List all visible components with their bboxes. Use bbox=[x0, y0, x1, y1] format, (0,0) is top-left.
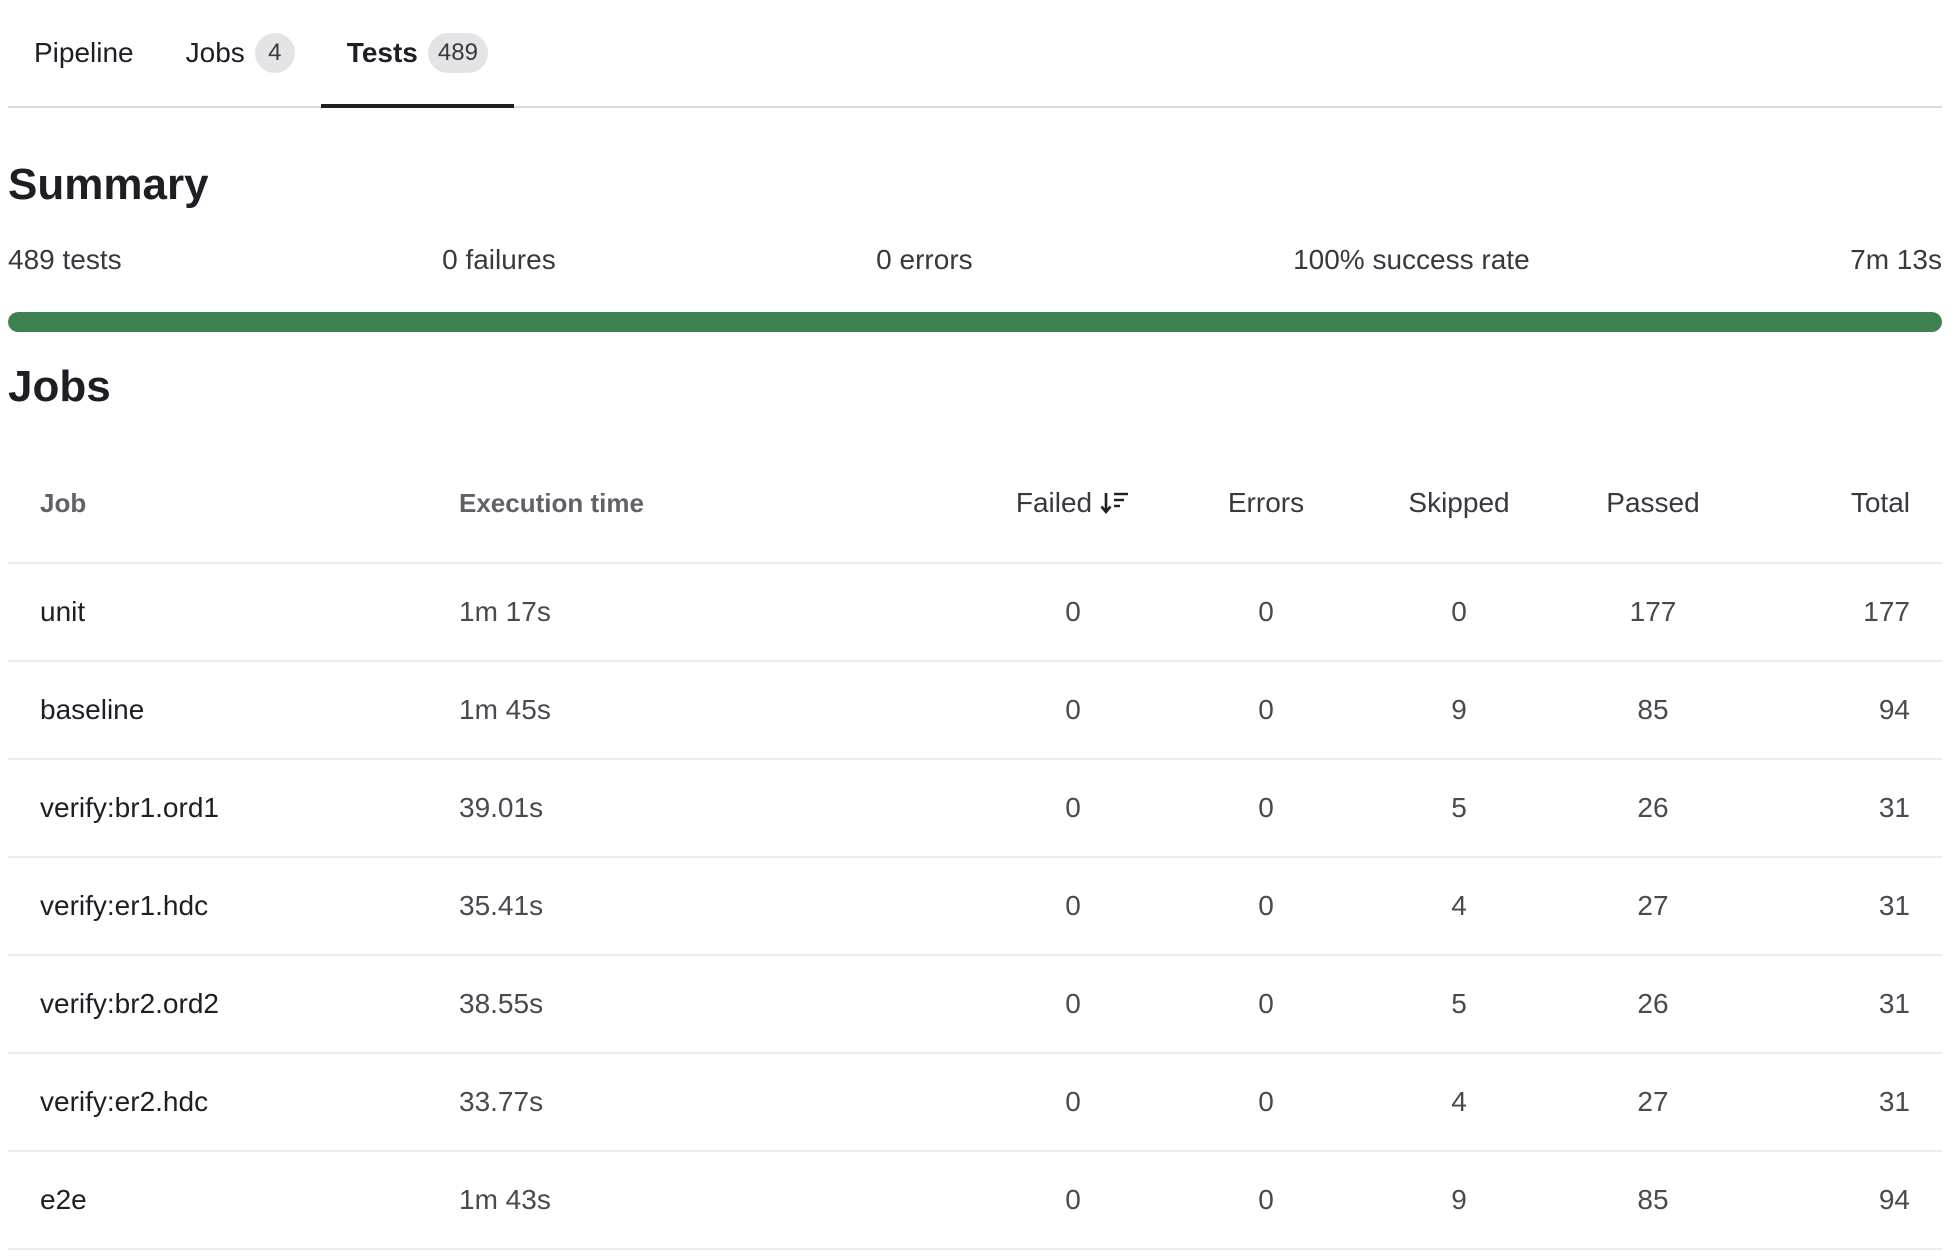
pipeline-tabs: Pipeline Jobs 4 Tests 489 bbox=[8, 0, 1942, 108]
job-errors-count: 0 bbox=[1258, 988, 1274, 1019]
job-errors-count: 0 bbox=[1258, 1184, 1274, 1215]
job-errors-count: 0 bbox=[1258, 792, 1274, 823]
job-failed-count: 0 bbox=[1065, 890, 1081, 921]
job-name: verify:br1.ord1 bbox=[40, 792, 219, 823]
job-failed-count: 0 bbox=[1065, 1184, 1081, 1215]
tab-pipeline[interactable]: Pipeline bbox=[8, 0, 160, 106]
jobs-heading: Jobs bbox=[8, 362, 111, 411]
table-row[interactable]: verify:br1.ord1 39.01s 0 0 5 26 31 bbox=[8, 760, 1942, 858]
job-passed-count: 26 bbox=[1637, 792, 1669, 823]
job-execution-time: 39.01s bbox=[459, 792, 544, 823]
job-name: verify:br2.ord2 bbox=[40, 988, 219, 1019]
job-passed-count: 27 bbox=[1637, 1086, 1669, 1117]
job-total-count: 31 bbox=[1878, 988, 1910, 1019]
summary-errors-count: 0 errors bbox=[876, 244, 973, 275]
sort-descending-icon bbox=[1100, 492, 1129, 515]
table-row[interactable]: verify:er2.hdc 33.77s 0 0 4 27 31 bbox=[8, 1054, 1942, 1152]
summary-failures-count: 0 failures bbox=[442, 244, 556, 275]
job-execution-time: 33.77s bbox=[459, 1086, 544, 1117]
job-name: baseline bbox=[40, 694, 145, 725]
job-name: unit bbox=[40, 596, 86, 627]
job-passed-count: 26 bbox=[1637, 988, 1669, 1019]
tab-tests[interactable]: Tests 489 bbox=[320, 0, 515, 108]
column-header-failed-label: Failed bbox=[1015, 487, 1093, 518]
tab-jobs-count-badge: 4 bbox=[254, 33, 295, 73]
job-failed-count: 0 bbox=[1065, 1086, 1081, 1117]
job-total-count: 31 bbox=[1878, 890, 1910, 921]
job-skipped-count: 9 bbox=[1451, 1184, 1467, 1215]
tab-jobs[interactable]: Jobs 4 bbox=[160, 0, 321, 106]
column-header-failed[interactable]: Failed bbox=[979, 487, 1167, 519]
job-failed-count: 0 bbox=[1065, 988, 1081, 1019]
column-header-total[interactable]: Total bbox=[1753, 487, 1942, 519]
table-row[interactable]: unit 1m 17s 0 0 0 177 177 bbox=[8, 564, 1942, 662]
job-total-count: 177 bbox=[1863, 596, 1910, 627]
job-passed-count: 85 bbox=[1637, 694, 1669, 725]
job-total-count: 94 bbox=[1878, 1184, 1910, 1215]
tab-jobs-label: Jobs bbox=[185, 37, 245, 68]
summary-duration: 7m 13s bbox=[1850, 244, 1942, 275]
job-name: verify:er1.hdc bbox=[40, 890, 209, 921]
job-passed-count: 85 bbox=[1637, 1184, 1669, 1215]
job-errors-count: 0 bbox=[1258, 890, 1274, 921]
summary-tests-count: 489 tests bbox=[8, 244, 122, 275]
column-header-errors[interactable]: Errors bbox=[1167, 487, 1365, 519]
job-errors-count: 0 bbox=[1258, 694, 1274, 725]
job-execution-time: 1m 45s bbox=[459, 694, 551, 725]
job-failed-count: 0 bbox=[1065, 596, 1081, 627]
job-failed-count: 0 bbox=[1065, 792, 1081, 823]
job-skipped-count: 4 bbox=[1451, 890, 1467, 921]
job-execution-time: 1m 17s bbox=[459, 596, 551, 627]
summary-success-rate: 100% success rate bbox=[1293, 244, 1530, 275]
success-progress-bar bbox=[8, 312, 1942, 332]
jobs-table-header: Job Execution time Failed Errors Skipped… bbox=[8, 444, 1942, 564]
job-skipped-count: 9 bbox=[1451, 694, 1467, 725]
job-failed-count: 0 bbox=[1065, 694, 1081, 725]
job-execution-time: 38.55s bbox=[459, 988, 544, 1019]
job-passed-count: 177 bbox=[1629, 596, 1677, 627]
tab-tests-count-badge: 489 bbox=[427, 33, 488, 73]
job-skipped-count: 5 bbox=[1451, 792, 1467, 823]
tab-tests-label: Tests bbox=[346, 37, 418, 68]
table-row[interactable]: verify:er1.hdc 35.41s 0 0 4 27 31 bbox=[8, 858, 1942, 956]
jobs-table: Job Execution time Failed Errors Skipped… bbox=[8, 444, 1942, 1250]
column-header-skipped[interactable]: Skipped bbox=[1365, 487, 1553, 519]
job-skipped-count: 0 bbox=[1451, 596, 1467, 627]
tests-page: Pipeline Jobs 4 Tests 489 Summary 489 te… bbox=[8, 0, 1942, 1250]
job-total-count: 94 bbox=[1878, 694, 1910, 725]
job-execution-time: 1m 43s bbox=[459, 1184, 551, 1215]
job-skipped-count: 5 bbox=[1451, 988, 1467, 1019]
job-name: verify:er2.hdc bbox=[40, 1086, 209, 1117]
table-row[interactable]: verify:br2.ord2 38.55s 0 0 5 26 31 bbox=[8, 956, 1942, 1054]
tab-pipeline-label: Pipeline bbox=[34, 37, 134, 68]
job-total-count: 31 bbox=[1878, 792, 1910, 823]
sort-by-failed-button[interactable]: Failed bbox=[1016, 487, 1130, 519]
job-execution-time: 35.41s bbox=[459, 890, 544, 921]
summary-heading: Summary bbox=[8, 160, 209, 209]
table-row[interactable]: e2e 1m 43s 0 0 9 85 94 bbox=[8, 1152, 1942, 1250]
column-header-job: Job bbox=[40, 487, 87, 518]
column-header-execution-time: Execution time bbox=[459, 487, 644, 518]
job-errors-count: 0 bbox=[1258, 1086, 1274, 1117]
job-total-count: 31 bbox=[1878, 1086, 1910, 1117]
job-name: e2e bbox=[40, 1184, 87, 1215]
table-row[interactable]: baseline 1m 45s 0 0 9 85 94 bbox=[8, 662, 1942, 760]
job-skipped-count: 4 bbox=[1451, 1086, 1467, 1117]
column-header-passed[interactable]: Passed bbox=[1553, 487, 1753, 519]
summary-stats: 489 tests 0 failures 0 errors 100% succe… bbox=[8, 244, 1942, 276]
job-passed-count: 27 bbox=[1637, 890, 1669, 921]
success-progress-fill bbox=[8, 312, 1942, 332]
job-errors-count: 0 bbox=[1258, 596, 1274, 627]
